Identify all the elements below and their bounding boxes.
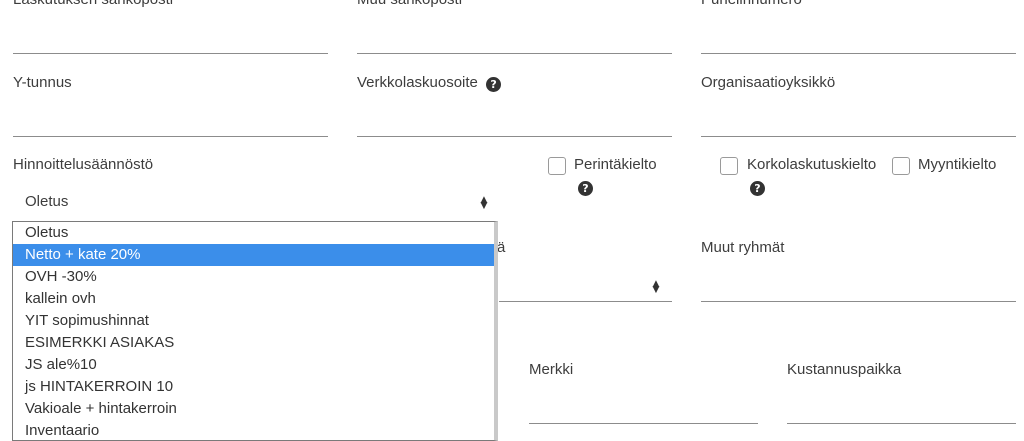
collection-ban-label: Perintäkielto	[574, 156, 657, 173]
business-id-label: Y-tunnus	[13, 74, 72, 91]
billing-email-label: Laskutuksen sähköposti	[13, 0, 173, 8]
help-icon[interactable]: ?	[750, 181, 765, 196]
dropdown-option[interactable]: YIT sopimushinnat	[13, 310, 494, 332]
other-email-input[interactable]	[357, 53, 672, 54]
collection-ban-checkbox[interactable]	[548, 157, 566, 175]
cost-center-input[interactable]	[787, 423, 1016, 424]
sales-ban-checkbox[interactable]	[892, 157, 910, 175]
other-groups-input[interactable]	[701, 301, 1016, 302]
mark-input[interactable]	[529, 423, 758, 424]
dropdown-option[interactable]: OVH -30%	[13, 266, 494, 288]
hidden-field-label: ä	[497, 239, 506, 256]
org-unit-label: Organisaatioyksikkö	[701, 74, 836, 91]
phone-input[interactable]	[701, 53, 1016, 54]
hidden-select-underline	[499, 301, 672, 302]
pricing-rule-dropdown[interactable]: Oletus Netto + kate 20% OVH -30% kallein ov…	[12, 221, 498, 441]
einvoice-address-label-text: Verkkolaskuosoite	[357, 74, 478, 91]
dropdown-option[interactable]: Inventaario	[13, 420, 494, 440]
dropdown-option[interactable]: Oletus	[13, 222, 494, 244]
dropdown-option[interactable]: kallein ovh	[13, 288, 494, 310]
billing-email-input[interactable]	[13, 53, 328, 54]
dropdown-option[interactable]: JS ale%10	[13, 354, 494, 376]
select-caret-icon: ▲ ▼	[480, 195, 488, 211]
dropdown-options: Oletus Netto + kate 20% OVH -30% kallein ov…	[13, 222, 494, 440]
help-icon[interactable]: ?	[486, 77, 502, 92]
other-email-label: Muu sähköposti	[357, 0, 462, 8]
select-caret-icon[interactable]: ▲ ▼	[651, 280, 661, 295]
pricing-rule-select[interactable]: Oletus ▲ ▼	[13, 188, 499, 218]
pricing-rule-value: Oletus	[25, 193, 69, 210]
dropdown-option[interactable]: Vakioale + hintakerroin	[13, 398, 494, 420]
cost-center-label: Kustannuspaikka	[787, 361, 902, 378]
other-groups-label: Muut ryhmät	[701, 239, 785, 256]
sales-ban-label: Myyntikielto	[918, 156, 997, 173]
pricing-rule-label: Hinnoittelusäännöstö	[13, 156, 154, 173]
dropdown-option[interactable]: js HINTAKERROIN 10	[13, 376, 494, 398]
interest-ban-label: Korkolaskutuskielto	[747, 156, 877, 173]
org-unit-input[interactable]	[701, 136, 1016, 137]
phone-label: Puhelinnumero	[701, 0, 802, 8]
help-icon[interactable]: ?	[578, 181, 593, 196]
dropdown-option[interactable]: Netto + kate 20%	[13, 244, 494, 266]
einvoice-address-label: Verkkolaskuosoite ?	[357, 74, 502, 92]
business-id-input[interactable]	[13, 136, 328, 137]
mark-label: Merkki	[529, 361, 574, 378]
einvoice-address-input[interactable]	[357, 136, 672, 137]
interest-ban-checkbox[interactable]	[720, 157, 738, 175]
dropdown-option[interactable]: ESIMERKKI ASIAKAS	[13, 332, 494, 354]
